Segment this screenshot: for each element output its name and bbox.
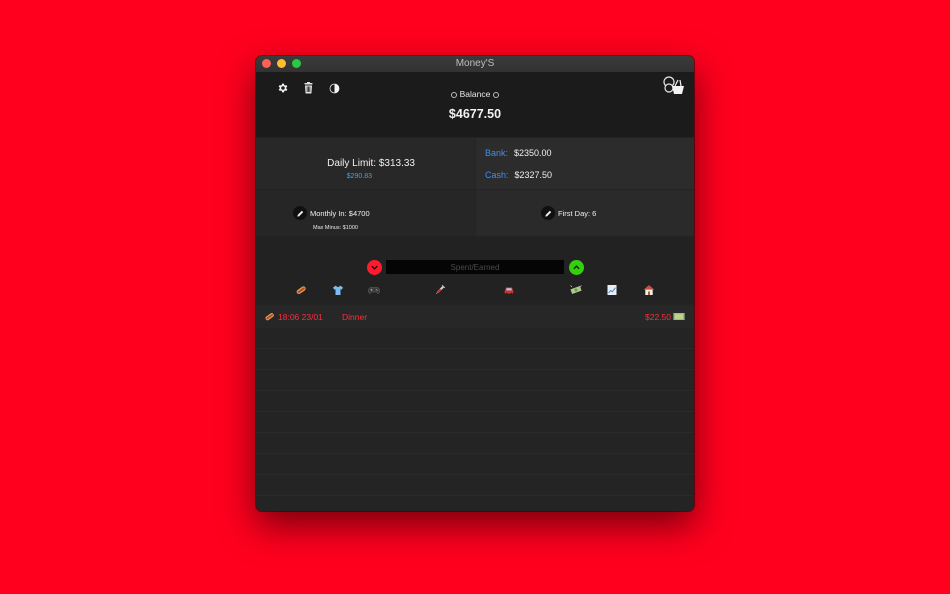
transaction-time: 18:06 23/01 (278, 312, 323, 322)
empty-list-row (256, 412, 694, 433)
daily-limit-panel: Daily Limit: $313.33 $290.83 (256, 138, 475, 189)
pencil-icon (544, 210, 551, 217)
amount-input[interactable] (386, 260, 564, 274)
first-day-panel: First Day: 6 (476, 190, 694, 236)
bills-category-icon[interactable] (606, 284, 618, 296)
empty-list-row (256, 349, 694, 370)
bank-row[interactable]: Bank: $2350.00 (485, 148, 552, 158)
max-minus-label: Max Minus: $1000 (313, 225, 358, 231)
empty-list-row (256, 328, 694, 349)
daily-remaining-value: $290.83 (346, 173, 372, 180)
bank-label: Bank: (485, 148, 509, 158)
balance-header: Balance $4677.50 (256, 73, 694, 137)
edit-monthly-button[interactable] (293, 206, 307, 220)
chevron-down-icon (371, 265, 378, 270)
window-title: Money'S (455, 58, 495, 69)
transaction-row[interactable]: 18:06 23/01 Dinner $22.50 (256, 305, 694, 328)
accounts-panel: Bank: $2350.00 Cash: $2327.50 (476, 138, 694, 189)
balance-label-text: Balance (459, 89, 491, 99)
cash-row[interactable]: Cash: $2327.50 (485, 170, 552, 180)
food-category-icon (265, 313, 274, 321)
earned-button[interactable] (569, 260, 584, 275)
games-category-icon[interactable] (368, 284, 380, 296)
empty-list-row (256, 454, 694, 475)
chevron-up-icon (573, 265, 580, 270)
transaction-description: Dinner (342, 312, 368, 322)
money-category-icon[interactable] (570, 284, 582, 296)
spent-button[interactable] (367, 260, 382, 275)
monthly-income-panel: Monthly In: $4700 Max Minus: $1000 (256, 190, 475, 236)
first-day-label: First Day: 6 (558, 209, 597, 218)
edit-first-day-button[interactable] (541, 206, 555, 220)
home-category-icon[interactable] (643, 284, 655, 296)
balance-label: Balance (256, 89, 694, 99)
empty-list-row (256, 475, 694, 496)
title-bar[interactable]: Money'S (256, 56, 694, 73)
empty-list-row (256, 370, 694, 391)
cash-payment-icon (673, 313, 685, 320)
health-category-icon[interactable] (434, 284, 446, 296)
food-category-icon[interactable] (295, 284, 307, 296)
balance-left-dot-icon (450, 91, 457, 98)
app-window: Money'S Balance $4677.50 Daily Limit: $3… (256, 56, 694, 511)
cash-label: Cash: (485, 170, 509, 180)
cash-value: $2327.50 (514, 170, 553, 180)
balance-right-dot-icon (493, 91, 500, 98)
balance-value: $4677.50 (448, 107, 502, 121)
clothing-category-icon[interactable] (332, 284, 344, 296)
empty-list-row (256, 433, 694, 454)
daily-limit-label: Daily Limit: $313.33 (327, 158, 415, 169)
transport-category-icon[interactable] (503, 284, 515, 296)
monthly-in-label: Monthly In: $4700 (310, 209, 370, 218)
entry-bar (256, 237, 694, 303)
bank-value: $2350.00 (514, 148, 552, 158)
empty-list-row (256, 391, 694, 412)
transaction-amount: $22.50 (645, 312, 671, 322)
pencil-icon (296, 210, 303, 217)
